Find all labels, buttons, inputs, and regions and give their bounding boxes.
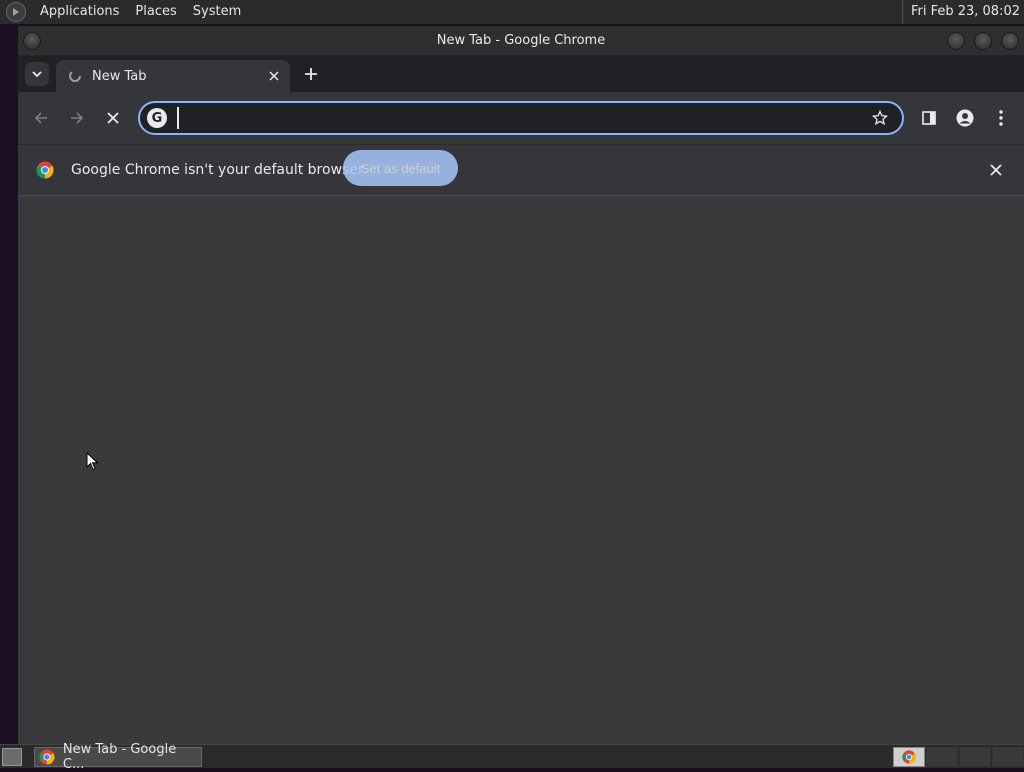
desktop-logo-icon[interactable]: [6, 2, 26, 22]
top-panel: Applications Places System Fri Feb 23, 0…: [0, 0, 1024, 24]
chrome-logo-icon: [36, 161, 54, 179]
menu-system[interactable]: System: [185, 0, 249, 24]
bottom-panel: New Tab - Google C...: [0, 742, 1024, 772]
show-desktop-button[interactable]: [2, 748, 22, 766]
set-as-default-button[interactable]: Set as default: [343, 150, 458, 186]
side-panel-button[interactable]: [917, 106, 941, 130]
stop-loading-button[interactable]: [101, 106, 125, 130]
tab-title: New Tab: [92, 68, 147, 84]
chrome-logo-icon: [902, 750, 916, 764]
arrow-left-icon: [34, 112, 47, 124]
close-icon: [990, 164, 1002, 176]
panel-clock[interactable]: Fri Feb 23, 08:02: [901, 0, 1020, 24]
infobar-message: Google Chrome isn't your default browser: [71, 162, 364, 178]
window-title: New Tab - Google Chrome: [436, 33, 606, 48]
plus-icon: [305, 68, 317, 80]
workspace-4[interactable]: [992, 747, 1024, 767]
infobar-close-button[interactable]: [986, 160, 1006, 180]
chevron-down-icon: [32, 71, 42, 78]
back-button[interactable]: [29, 106, 53, 130]
close-window-button[interactable]: [1001, 32, 1019, 50]
page-content[interactable]: [18, 197, 1024, 744]
desktop-background: [0, 24, 18, 744]
kebab-menu-icon: [999, 110, 1003, 126]
forward-button[interactable]: [65, 106, 89, 130]
side-panel-icon: [922, 111, 936, 125]
arrow-right-icon: [71, 112, 84, 124]
chrome-logo-icon: [39, 749, 55, 765]
chrome-window: New Tab - Google Chrome New Tab G Google…: [18, 26, 1024, 744]
tab-close-button[interactable]: [264, 66, 284, 86]
menu-places[interactable]: Places: [127, 0, 184, 24]
address-bar[interactable]: G: [138, 101, 904, 135]
workspace-3[interactable]: [959, 747, 991, 767]
close-icon: [269, 71, 279, 81]
workspace-2[interactable]: [926, 747, 958, 767]
bookmark-star-button[interactable]: [868, 106, 892, 130]
browser-toolbar: G: [18, 92, 1024, 144]
chrome-menu-button[interactable]: [989, 106, 1013, 130]
tab-search-button[interactable]: [25, 62, 49, 86]
profile-button[interactable]: [953, 106, 977, 130]
default-browser-infobar: Google Chrome isn't your default browser…: [18, 144, 1024, 196]
omnibox-input[interactable]: [177, 107, 868, 129]
new-tab-button[interactable]: [299, 62, 323, 86]
mouse-cursor-icon: [86, 452, 99, 471]
tab-strip: New Tab: [18, 56, 1024, 92]
taskbar-item-chrome[interactable]: New Tab - Google C...: [34, 742, 202, 772]
minimize-button[interactable]: [947, 32, 965, 50]
window-titlebar[interactable]: New Tab - Google Chrome: [18, 26, 1024, 56]
google-g-icon: G: [147, 108, 167, 128]
loading-spinner-icon: [68, 69, 82, 83]
window-menu-button[interactable]: [23, 32, 41, 50]
tab-new-tab[interactable]: New Tab: [56, 60, 290, 92]
workspace-1[interactable]: [893, 747, 925, 767]
maximize-button[interactable]: [974, 32, 992, 50]
profile-icon: [956, 109, 974, 127]
star-icon: [872, 110, 888, 126]
menu-applications[interactable]: Applications: [32, 0, 127, 24]
close-icon: [107, 112, 119, 124]
